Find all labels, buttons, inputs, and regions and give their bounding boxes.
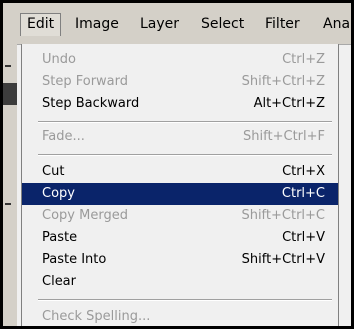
menu-analysis[interactable]: Analy [317,13,351,35]
menu-item-shortcut: Alt+Ctrl+Z [253,96,325,111]
menu-separator [38,154,332,156]
menu-item-shortcut: Shift+Ctrl+F [243,129,325,144]
menu-item-paste-into[interactable]: Paste Into Shift+Ctrl+V [22,249,338,271]
menu-item-shortcut: Shift+Ctrl+Z [241,74,325,89]
menu-item-fade[interactable]: Fade... Shift+Ctrl+F [22,126,338,148]
menu-item-copy[interactable]: Copy Ctrl+C [22,183,338,205]
menu-select[interactable]: Select [195,13,250,35]
panel-dark-strip [3,83,17,105]
toolbar-marker [5,65,11,67]
menu-item-label: Copy [42,186,75,201]
menu-item-shortcut: Shift+Ctrl+V [241,252,325,267]
menu-item-label: Undo [42,52,76,67]
menu-item-label: Step Backward [42,96,140,111]
toolbar-marker [5,203,11,205]
screenshot-frame: Edit Image Layer Select Filter Analy Und… [0,0,354,329]
menu-item-label: Check Spelling... [42,309,151,324]
app-left-edge [3,3,17,326]
menu-item-check-spelling[interactable]: Check Spelling... [22,306,338,326]
menu-item-label: Clear [42,274,76,289]
menu-item-clear[interactable]: Clear [22,271,338,293]
menu-item-shortcut: Ctrl+C [281,186,325,201]
menu-item-label: Cut [42,164,65,179]
menu-bar: Edit Image Layer Select Filter Analy [17,3,351,45]
menu-item-paste[interactable]: Paste Ctrl+V [22,227,338,249]
menu-item-shortcut: Ctrl+X [282,164,325,179]
menu-item-shortcut: Shift+Ctrl+C [241,208,325,223]
menu-item-step-forward[interactable]: Step Forward Shift+Ctrl+Z [22,71,338,93]
menu-item-label: Step Forward [42,74,129,89]
menu-item-shortcut: Ctrl+V [282,230,325,245]
menu-item-cut[interactable]: Cut Ctrl+X [22,161,338,183]
menu-item-step-backward[interactable]: Step Backward Alt+Ctrl+Z [22,93,338,115]
menu-item-label: Fade... [42,129,85,144]
menu-item-label: Paste Into [42,252,107,267]
menu-item-undo[interactable]: Undo Ctrl+Z [22,49,338,71]
menu-filter[interactable]: Filter [259,13,306,35]
menu-image[interactable]: Image [69,13,125,35]
menu-item-copy-merged[interactable]: Copy Merged Shift+Ctrl+C [22,205,338,227]
menu-separator [38,299,332,301]
menu-layer[interactable]: Layer [134,13,185,35]
edit-dropdown-menu: Undo Ctrl+Z Step Forward Shift+Ctrl+Z St… [21,44,339,326]
menu-item-label: Paste [42,230,78,245]
menu-item-label: Copy Merged [42,208,128,223]
menu-separator [38,121,332,123]
menu-item-shortcut: Ctrl+Z [282,52,325,67]
menu-edit[interactable]: Edit [20,13,62,36]
